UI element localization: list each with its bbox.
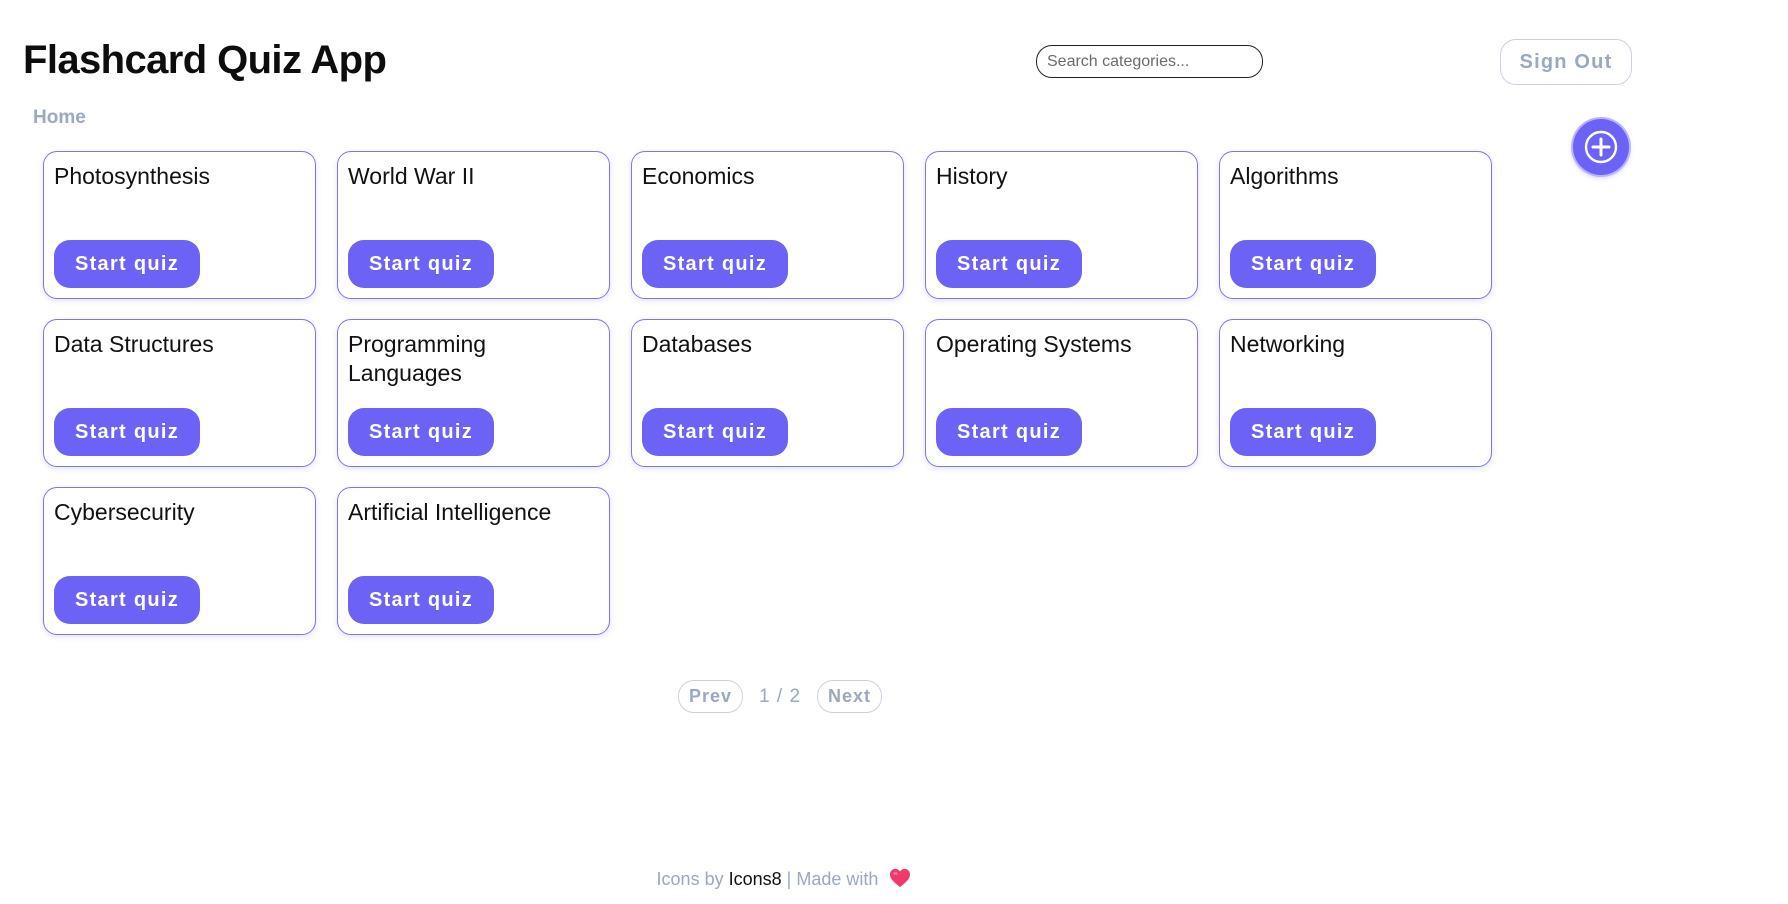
category-card: Artificial Intelligence Start quiz bbox=[337, 487, 610, 635]
category-title: Databases bbox=[642, 331, 752, 357]
category-card: Cybersecurity Start quiz bbox=[43, 487, 316, 635]
prev-page-button[interactable]: Prev bbox=[678, 680, 744, 713]
start-quiz-button[interactable]: Start quiz bbox=[348, 240, 494, 288]
start-quiz-button[interactable]: Start quiz bbox=[642, 408, 788, 456]
start-quiz-button[interactable]: Start quiz bbox=[642, 240, 788, 288]
category-card: Networking Start quiz bbox=[1219, 319, 1492, 467]
start-quiz-button[interactable]: Start quiz bbox=[1230, 408, 1376, 456]
icons8-link[interactable]: Icons8 bbox=[729, 869, 782, 889]
category-title: History bbox=[936, 163, 1008, 189]
category-card: Algorithms Start quiz bbox=[1219, 151, 1492, 299]
start-quiz-button[interactable]: Start quiz bbox=[936, 408, 1082, 456]
category-title: Data Structures bbox=[54, 331, 214, 357]
category-title: Programming Languages bbox=[348, 331, 487, 386]
start-quiz-button[interactable]: Start quiz bbox=[54, 240, 200, 288]
footer: Icons by Icons8 | Made with bbox=[0, 868, 1568, 890]
app-title: Flashcard Quiz App bbox=[23, 38, 387, 82]
start-quiz-button[interactable]: Start quiz bbox=[936, 240, 1082, 288]
start-quiz-button[interactable]: Start quiz bbox=[1230, 240, 1376, 288]
category-card: Photosynthesis Start quiz bbox=[43, 151, 316, 299]
category-card: Data Structures Start quiz bbox=[43, 319, 316, 467]
sign-out-button[interactable]: Sign Out bbox=[1500, 39, 1632, 85]
category-grid: Photosynthesis Start quiz World War II Star… bbox=[43, 151, 1492, 635]
search-input[interactable] bbox=[1036, 45, 1263, 78]
next-page-button[interactable]: Next bbox=[817, 680, 883, 713]
plus-icon bbox=[1584, 130, 1618, 164]
category-card: Economics Start quiz bbox=[631, 151, 904, 299]
category-title: Operating Systems bbox=[936, 331, 1132, 357]
category-title: Cybersecurity bbox=[54, 499, 195, 525]
category-card: World War II Start quiz bbox=[337, 151, 610, 299]
pagination: Prev 1 / 2 Next bbox=[678, 680, 883, 713]
footer-separator: | bbox=[786, 869, 792, 889]
category-title: Photosynthesis bbox=[54, 163, 210, 189]
category-card: Databases Start quiz bbox=[631, 319, 904, 467]
category-title: Networking bbox=[1230, 331, 1346, 357]
footer-made-with: Made with bbox=[796, 869, 879, 889]
start-quiz-button[interactable]: Start quiz bbox=[348, 576, 494, 624]
category-card: Operating Systems Start quiz bbox=[925, 319, 1198, 467]
category-title: Economics bbox=[642, 163, 755, 189]
start-quiz-button[interactable]: Start quiz bbox=[348, 408, 494, 456]
category-title: Algorithms bbox=[1230, 163, 1339, 189]
heart-icon bbox=[890, 868, 911, 888]
start-quiz-button[interactable]: Start quiz bbox=[54, 408, 200, 456]
category-card: Programming Languages Start quiz bbox=[337, 319, 610, 467]
breadcrumb-home[interactable]: Home bbox=[33, 107, 86, 129]
category-title: World War II bbox=[348, 163, 475, 189]
start-quiz-button[interactable]: Start quiz bbox=[54, 576, 200, 624]
footer-credit-prefix: Icons by bbox=[656, 869, 724, 889]
add-category-button[interactable] bbox=[1573, 119, 1629, 175]
page-indicator: 1 / 2 bbox=[759, 685, 802, 707]
category-title: Artificial Intelligence bbox=[348, 499, 552, 525]
category-card: History Start quiz bbox=[925, 151, 1198, 299]
